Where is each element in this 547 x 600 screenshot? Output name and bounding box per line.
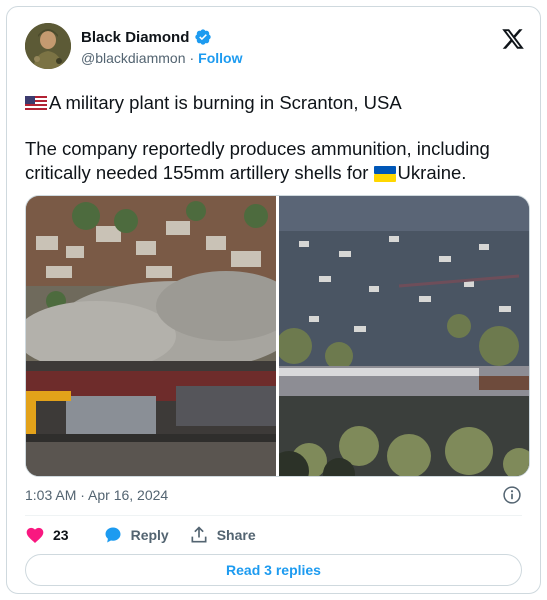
share-label: Share	[216, 527, 256, 543]
like-button[interactable]: 23	[25, 525, 69, 545]
verified-badge-icon	[195, 29, 212, 45]
tweet-header: Black Diamond @blackdiammon · Follow	[25, 23, 525, 73]
name-row: Black Diamond	[81, 28, 212, 46]
ukraine-flag-icon	[373, 166, 396, 182]
reply-bubble-icon	[105, 527, 121, 543]
tweet-card: Black Diamond @blackdiammon · Follow A m…	[6, 6, 541, 594]
follow-button[interactable]: Follow	[198, 50, 242, 66]
photo-city-aerial[interactable]	[278, 196, 529, 476]
avatar[interactable]	[25, 23, 71, 69]
tweet-text-headline: A military plant is burning in Scranton,…	[49, 92, 402, 113]
author-handle[interactable]: @blackdiammon	[81, 50, 185, 66]
tweet-text-line1: A military plant is burning in Scranton,…	[25, 91, 530, 115]
tweet-text-tail: Ukraine.	[397, 162, 467, 183]
share-button[interactable]: Share	[189, 525, 256, 545]
heart-icon	[26, 527, 44, 543]
author-name[interactable]: Black Diamond	[81, 29, 189, 46]
x-logo-icon[interactable]	[501, 27, 525, 51]
reply-button[interactable]: Reply	[103, 525, 169, 545]
timestamp[interactable]: 1:03 AM · Apr 16, 2024	[25, 487, 168, 503]
info-icon[interactable]	[502, 485, 522, 505]
separator-dot: ·	[189, 50, 195, 66]
divider	[25, 515, 522, 516]
reply-label: Reply	[130, 527, 169, 543]
us-flag-icon	[25, 96, 47, 112]
photo-plant-smoke[interactable]	[26, 196, 277, 476]
handle-row: @blackdiammon · Follow	[81, 50, 242, 66]
tweet-text-line2: The company reportedly produces ammuniti…	[25, 137, 530, 185]
like-count: 23	[53, 527, 69, 543]
share-icon	[191, 526, 207, 543]
action-bar: 23 Reply Share	[25, 523, 256, 547]
tweet-media[interactable]	[25, 195, 530, 477]
read-replies-button[interactable]: Read 3 replies	[25, 554, 522, 586]
